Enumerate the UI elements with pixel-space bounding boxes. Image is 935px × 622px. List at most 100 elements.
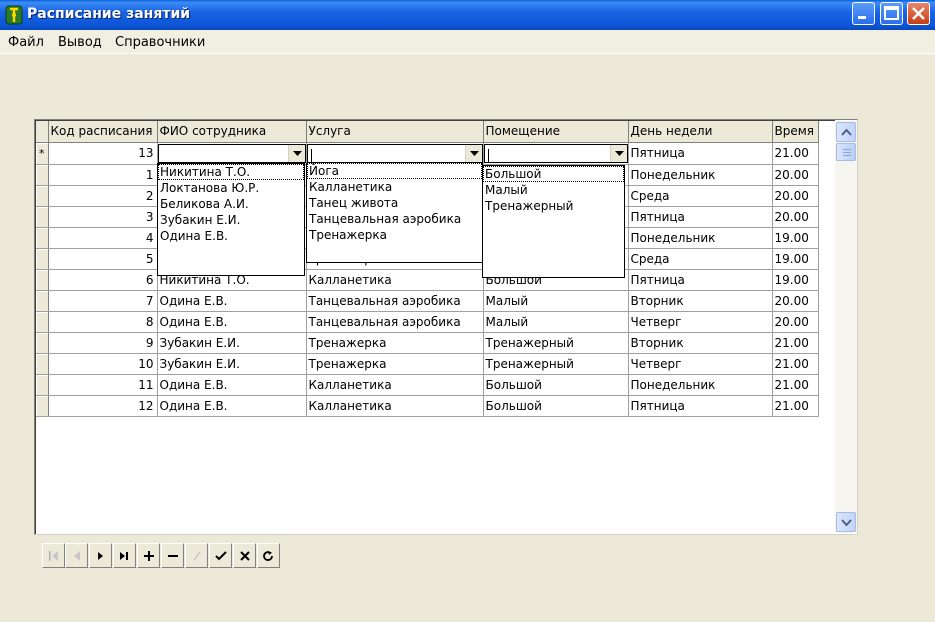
table-row[interactable]: 9 Зубакин Е.И. Тренажерка Тренажерный Вторни… (36, 332, 819, 354)
cell-day[interactable]: Вторник (628, 332, 773, 354)
edit-record-button[interactable] (185, 543, 208, 568)
room-option[interactable]: Тренажерный (483, 198, 624, 214)
employee-option[interactable]: Никитина Т.О. (158, 164, 304, 180)
cell-time[interactable]: 21.00 (772, 374, 819, 396)
row-indicator[interactable] (36, 206, 49, 228)
next-record-button[interactable] (89, 543, 112, 568)
scroll-down-button[interactable] (836, 512, 856, 532)
employee-option[interactable]: Зубакин Е.И. (158, 212, 304, 228)
cell-day[interactable]: Четверг (628, 353, 773, 375)
cell-time[interactable]: 20.00 (772, 164, 819, 186)
cell-code[interactable]: 4 (48, 227, 158, 249)
prior-record-button[interactable] (65, 543, 88, 568)
cell-employee[interactable]: Одина Е.В. (157, 395, 307, 417)
cell-room[interactable]: Тренажерный (483, 332, 629, 354)
cell-time[interactable]: 20.00 (772, 206, 819, 228)
cell-room[interactable]: Большой (483, 374, 629, 396)
table-row[interactable]: 6 Никитина Т.О. Калланетика Большой Пятница 1… (36, 269, 819, 291)
cell-code[interactable]: 5 (48, 248, 158, 270)
close-button[interactable] (907, 2, 930, 25)
employee-combo-dropdown-button[interactable] (287, 144, 305, 162)
column-header-service[interactable]: Услуга (306, 121, 484, 143)
cell-service[interactable]: Калланетика (306, 395, 484, 417)
cell-time[interactable]: 19.00 (772, 269, 819, 291)
delete-record-button[interactable] (161, 543, 184, 568)
column-header-time[interactable]: Время (772, 121, 819, 143)
column-header-room[interactable]: Помещение (483, 121, 629, 143)
column-header-code[interactable]: Код расписания (48, 121, 158, 143)
cell-room[interactable]: Тренажерный (483, 353, 629, 375)
cell-service[interactable]: Танцевальная аэробика (306, 311, 484, 333)
employee-option[interactable]: Локтанова Ю.Р. (158, 180, 304, 196)
cell-code[interactable]: 6 (48, 269, 158, 291)
service-option[interactable]: Йога (307, 163, 482, 179)
room-option[interactable]: Большой (483, 166, 624, 182)
service-option[interactable]: Танцевальная аэробика (307, 211, 482, 227)
service-option[interactable]: Тренажерка (307, 227, 482, 243)
row-indicator[interactable] (36, 311, 49, 333)
room-option[interactable]: Малый (483, 182, 624, 198)
row-indicator[interactable] (36, 353, 49, 375)
vertical-scrollbar[interactable] (835, 121, 857, 533)
cell-employee[interactable]: Одина Е.В. (157, 374, 307, 396)
service-option[interactable]: Танец живота (307, 195, 482, 211)
table-row[interactable]: 11 Одина Е.В. Калланетика Большой Понедельни… (36, 374, 819, 396)
row-indicator[interactable] (36, 332, 49, 354)
cell-room[interactable]: Малый (483, 290, 629, 312)
cell-time[interactable]: 21.00 (772, 395, 819, 417)
cell-room[interactable]: Большой (483, 395, 629, 417)
refresh-button[interactable] (257, 543, 280, 568)
cell-code[interactable]: 12 (48, 395, 158, 417)
employee-option[interactable]: Одина Е.В. (158, 228, 304, 244)
cell-code[interactable]: 2 (48, 185, 158, 207)
service-option[interactable]: Калланетика (307, 179, 482, 195)
insert-row[interactable]: * 13 Пятница 21.00 (36, 142, 819, 165)
cell-day[interactable]: Пятница (628, 142, 773, 165)
cell-day[interactable]: Среда (628, 248, 773, 270)
room-combo[interactable] (483, 142, 629, 165)
cell-employee[interactable]: Зубакин Е.И. (157, 353, 307, 375)
cell-day[interactable]: Среда (628, 185, 773, 207)
cell-code[interactable]: 7 (48, 290, 158, 312)
cell-time[interactable]: 20.00 (772, 185, 819, 207)
table-row[interactable]: 7 Одина Е.В. Танцевальная аэробика Малый Вто… (36, 290, 819, 312)
cell-employee[interactable]: Одина Е.В. (157, 311, 307, 333)
cell-code[interactable]: 9 (48, 332, 158, 354)
row-indicator[interactable] (36, 269, 49, 291)
cell-code[interactable]: 3 (48, 206, 158, 228)
insert-record-button[interactable] (137, 543, 160, 568)
row-indicator[interactable] (36, 185, 49, 207)
column-header-day[interactable]: День недели (628, 121, 773, 143)
cell-service[interactable]: Танцевальная аэробика (306, 290, 484, 312)
cell-employee[interactable]: Одина Е.В. (157, 290, 307, 312)
menu-references[interactable]: Справочники (115, 35, 205, 50)
cell-time[interactable]: 19.00 (772, 248, 819, 270)
maximize-button[interactable] (880, 2, 903, 25)
cell-day[interactable]: Понедельник (628, 227, 773, 249)
cell-employee[interactable]: Зубакин Е.И. (157, 332, 307, 354)
title-bar[interactable]: Расписание занятий (0, 0, 935, 30)
cell-day[interactable]: Понедельник (628, 374, 773, 396)
cancel-record-button[interactable] (233, 543, 256, 568)
cell-time[interactable]: 20.00 (772, 311, 819, 333)
room-combo-dropdown-button[interactable] (609, 144, 627, 162)
post-record-button[interactable] (209, 543, 232, 568)
cell-code[interactable]: 10 (48, 353, 158, 375)
room-dropdown-list[interactable]: Большой Малый Тренажерный (482, 165, 625, 278)
cell-time[interactable]: 21.00 (772, 353, 819, 375)
employee-combo[interactable] (157, 142, 307, 165)
scroll-thumb[interactable] (836, 143, 856, 161)
employee-dropdown-list[interactable]: Никитина Т.О. Локтанова Ю.Р. Беликова А.И.… (157, 163, 305, 276)
cell-code[interactable]: 11 (48, 374, 158, 396)
cell-time[interactable]: 20.00 (772, 290, 819, 312)
cell-code[interactable]: 1 (48, 164, 158, 186)
service-combo[interactable] (306, 142, 484, 165)
cell-time[interactable]: 21.00 (772, 142, 819, 165)
cell-service[interactable]: Тренажерка (306, 332, 484, 354)
cell-day[interactable]: Вторник (628, 290, 773, 312)
cell-service[interactable]: Тренажерка (306, 353, 484, 375)
column-header-employee[interactable]: ФИО сотрудника (157, 121, 307, 143)
cell-service[interactable]: Калланетика (306, 374, 484, 396)
row-indicator[interactable] (36, 290, 49, 312)
minimize-button[interactable] (852, 2, 875, 25)
